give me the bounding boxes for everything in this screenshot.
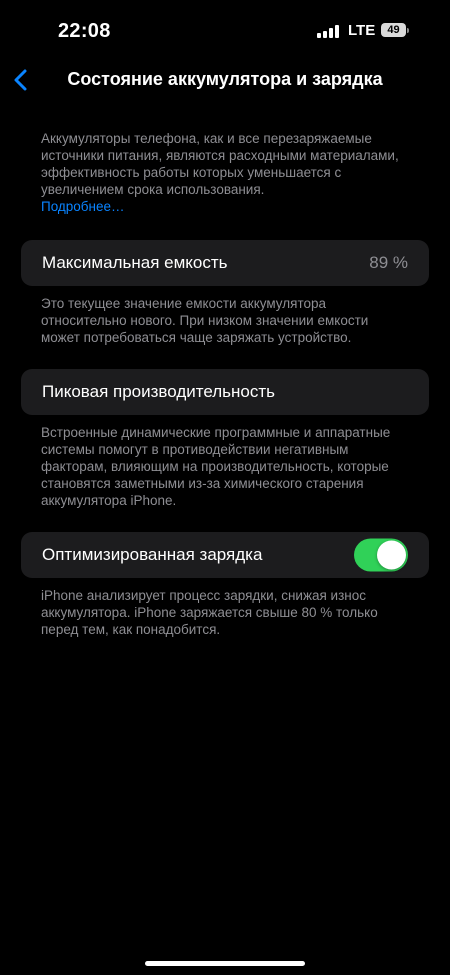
toggle-knob	[377, 540, 406, 570]
optimized-charging-footnote: iPhone анализирует процесс зарядки, сниж…	[41, 588, 378, 637]
optimized-charging-label: Оптимизированная зарядка	[42, 545, 263, 564]
optimized-charging-cell: Оптимизированная зарядка	[21, 532, 429, 578]
max-capacity-label: Максимальная емкость	[42, 253, 228, 272]
network-type: LTE	[348, 22, 376, 39]
battery-icon: 49	[381, 23, 406, 37]
status-bar: 22:08 LTE 49	[0, 0, 450, 60]
navigation-bar: Состояние аккумулятора и зарядка	[0, 60, 450, 100]
battery-cap	[407, 28, 409, 33]
peak-performance-label: Пиковая производительность	[42, 382, 276, 401]
max-capacity-footnote: Это текущее значение емкости аккумулятор…	[41, 296, 369, 345]
optimized-charging-toggle[interactable]	[354, 538, 408, 572]
learn-more-link[interactable]: Подробнее…	[41, 199, 125, 214]
peak-performance-footnote: Встроенные динамические программные и ап…	[41, 425, 391, 508]
page-title: Состояние аккумулятора и зарядка	[67, 69, 383, 89]
intro-text: Аккумуляторы телефона, как и все перезар…	[41, 131, 399, 197]
status-time: 22:08	[58, 20, 111, 42]
cellular-signal-icon	[317, 25, 341, 38]
max-capacity-value: 89 %	[369, 253, 408, 272]
max-capacity-cell: Максимальная емкость 89 %	[21, 240, 429, 286]
peak-performance-cell: Пиковая производительность	[21, 369, 429, 415]
home-indicator[interactable]	[145, 961, 305, 966]
battery-level: 49	[387, 24, 400, 36]
intro-description: Аккумуляторы телефона, как и все перезар…	[41, 130, 401, 215]
